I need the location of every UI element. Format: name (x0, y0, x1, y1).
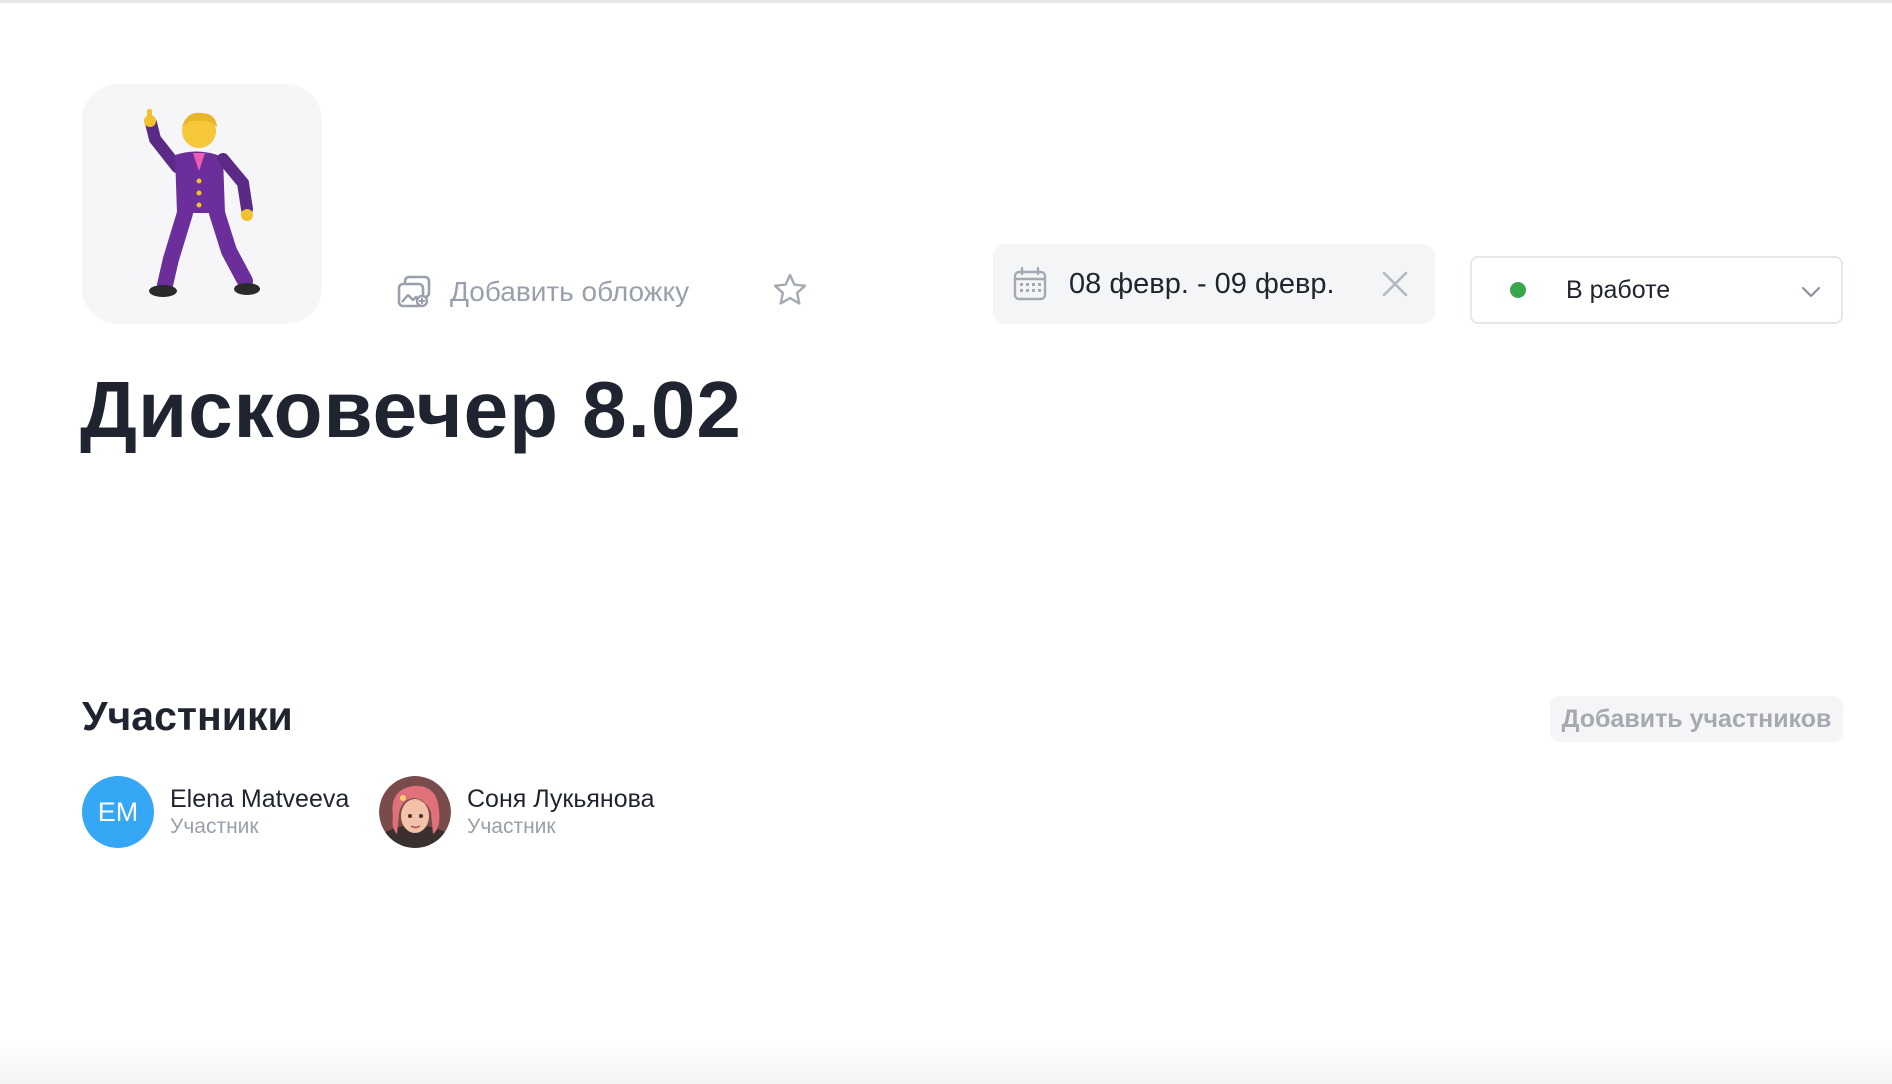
star-outline-icon (773, 273, 807, 305)
clear-date-button[interactable] (1377, 266, 1413, 302)
members-heading: Участники (82, 693, 293, 739)
image-add-icon (397, 275, 431, 308)
calendar-icon (1013, 267, 1047, 301)
date-range-picker[interactable]: 08 февр. - 09 февр. (993, 244, 1435, 324)
member-role: Участник (170, 814, 259, 838)
avatar-initials: EM (97, 796, 139, 827)
member-item[interactable]: Соня Лукьянова Участник (379, 775, 655, 849)
member-item[interactable]: EM Elena Matveeva Участник (82, 775, 349, 849)
status-select[interactable]: В работе (1470, 256, 1843, 324)
add-cover-label: Добавить обложку (450, 276, 690, 307)
member-role: Участник (467, 814, 556, 838)
member-name: Соня Лукьянова (467, 785, 655, 814)
chevron-down-icon (1801, 286, 1821, 298)
member-name: Elena Matveeva (170, 785, 350, 814)
add-members-button[interactable]: Добавить участников (1550, 696, 1843, 742)
bottom-fade (0, 1044, 1892, 1084)
project-emoji-icon[interactable] (82, 84, 322, 324)
favorite-button[interactable] (770, 270, 810, 310)
top-border (0, 0, 1892, 3)
close-icon (1382, 271, 1408, 297)
page-title[interactable]: Дисковечер 8.02 (80, 366, 742, 454)
avatar: EM (82, 776, 154, 848)
status-dot (1510, 282, 1526, 298)
avatar (379, 776, 451, 848)
man-dancing-emoji (144, 109, 260, 297)
add-cover-button[interactable]: Добавить обложку (396, 270, 689, 314)
user-photo-avatar (379, 776, 451, 848)
status-label: В работе (1566, 275, 1671, 304)
date-range-text: 08 февр. - 09 февр. (1069, 267, 1335, 300)
